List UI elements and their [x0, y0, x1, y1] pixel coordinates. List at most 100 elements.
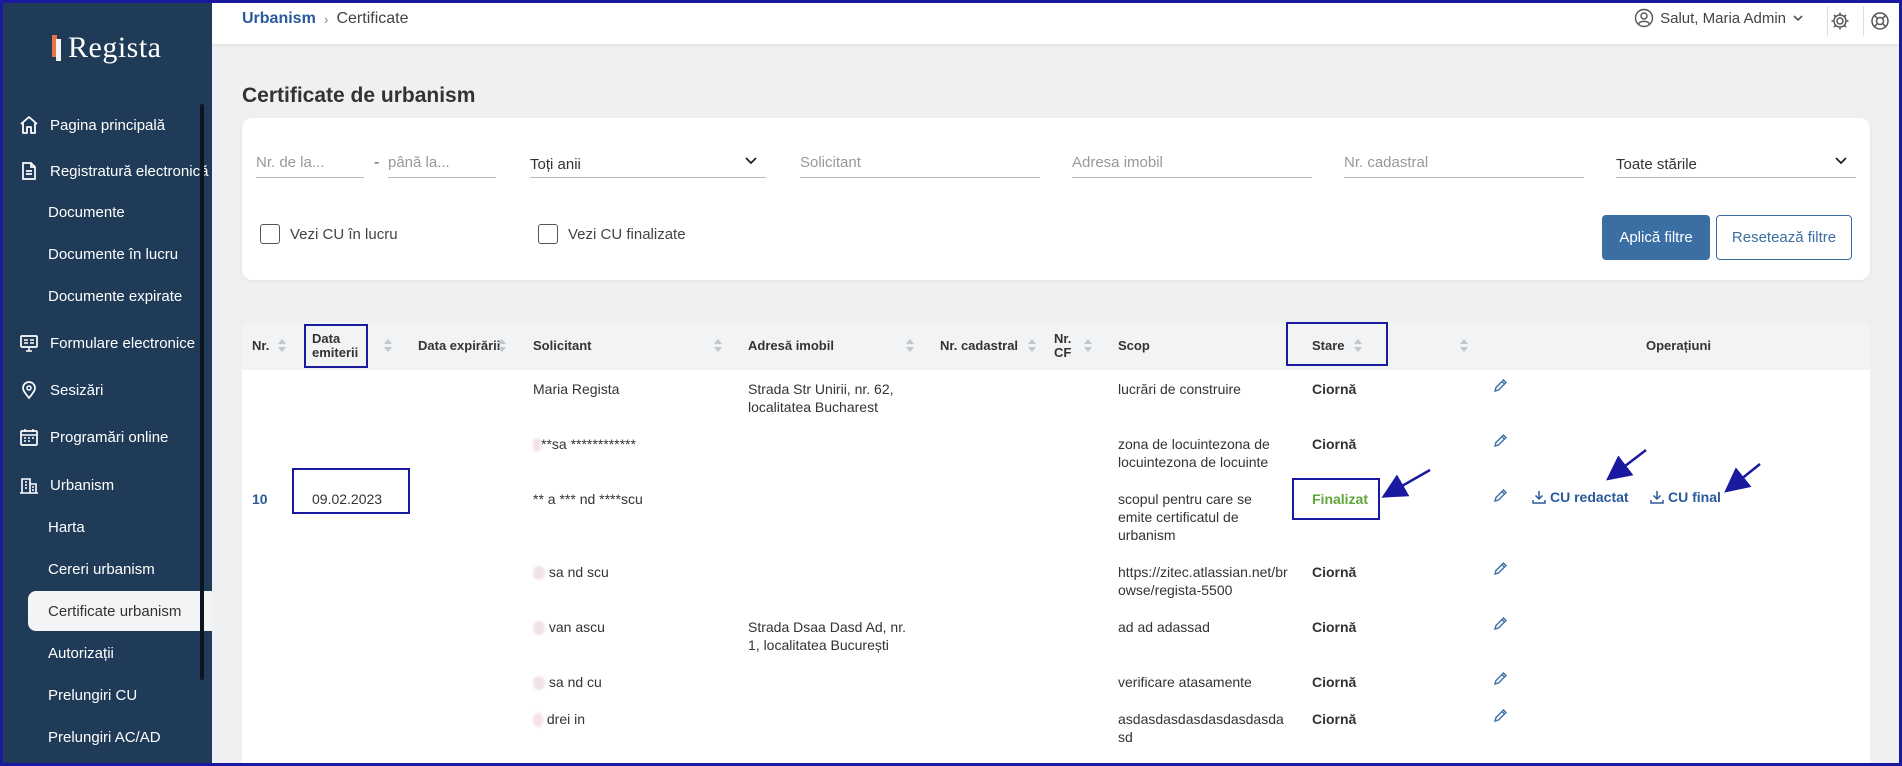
- download-cu-final-link[interactable]: CU final: [1650, 489, 1721, 505]
- monitor-form-icon: [18, 332, 40, 354]
- col-status[interactable]: Stare: [1312, 339, 1345, 353]
- edit-pencil-icon[interactable]: [1492, 708, 1510, 726]
- sort-icon[interactable]: [714, 339, 722, 353]
- sidebar-item-urbanism[interactable]: Urbanism: [0, 464, 212, 506]
- edit-pencil-icon[interactable]: [1492, 671, 1510, 689]
- col-nr[interactable]: Nr.: [252, 339, 269, 353]
- sort-icon[interactable]: [498, 339, 506, 353]
- edit-pencil-icon[interactable]: [1492, 433, 1510, 451]
- sidebar-scrollbar[interactable]: [200, 104, 204, 680]
- sidebar-item-documents-in-work[interactable]: Documente în lucru: [28, 234, 212, 274]
- address-input[interactable]: Adresa imobil: [1072, 148, 1312, 178]
- sidebar-item-registry[interactable]: Registratură electronică: [0, 150, 212, 192]
- cell-nr-link[interactable]: 10: [252, 490, 268, 508]
- redaction-blur: [533, 713, 543, 728]
- download-icon: [1532, 491, 1546, 504]
- col-cf[interactable]: Nr. CF: [1054, 332, 1078, 360]
- sidebar-item-forms[interactable]: Formulare electronice: [0, 322, 212, 364]
- logo-mark-icon: [52, 35, 66, 61]
- nr-to-input[interactable]: până la...: [388, 148, 496, 178]
- year-select[interactable]: Toți anii: [530, 148, 766, 178]
- applicant-text: sa nd cu: [548, 674, 602, 690]
- edit-pencil-icon[interactable]: [1492, 616, 1510, 634]
- sidebar-item-label: Registratură electronică: [50, 162, 209, 180]
- cb-finalized[interactable]: Vezi CU finalizate: [538, 224, 686, 244]
- col-purpose[interactable]: Scop: [1118, 339, 1150, 353]
- home-icon: [18, 114, 40, 136]
- cell-purpose: ad ad adassad: [1118, 619, 1210, 635]
- checkbox[interactable]: [260, 224, 280, 244]
- nr-from-input[interactable]: Nr. de la...: [256, 148, 364, 178]
- sort-icon[interactable]: [1460, 339, 1468, 353]
- cadastral-input[interactable]: Nr. cadastral: [1344, 148, 1584, 178]
- sidebar-item-cu-extensions[interactable]: Prelungiri CU: [28, 675, 212, 715]
- cell-issue-date: 09.02.2023: [312, 491, 383, 507]
- status-badge: Ciornă: [1312, 436, 1357, 452]
- range-dash: -: [374, 154, 380, 171]
- applicant-text: sa nd scu: [548, 564, 609, 580]
- col-address[interactable]: Adresă imobil: [748, 339, 834, 353]
- logo-text: Regista: [68, 31, 162, 64]
- logo[interactable]: Regista: [52, 28, 162, 68]
- sidebar-item-urbanism-certificates[interactable]: Certificate urbanism: [28, 591, 212, 631]
- sidebar-item-label: Urbanism: [50, 476, 115, 494]
- checkbox[interactable]: [538, 224, 558, 244]
- col-issue-date[interactable]: Data emiterii: [312, 332, 372, 360]
- redaction-blur: [533, 621, 545, 636]
- sidebar-item-ac-ad-extensions[interactable]: Prelungiri AC/AD: [28, 717, 212, 757]
- applicant-text: **sa ************: [541, 436, 636, 452]
- col-expiry-date[interactable]: Data expirării: [418, 339, 500, 353]
- sort-icon[interactable]: [906, 339, 914, 353]
- gear-icon[interactable]: [1828, 9, 1852, 33]
- link-label: CU final: [1668, 489, 1721, 505]
- sidebar-item-home[interactable]: Pagina principală: [0, 104, 212, 146]
- sidebar-item-documents-expired[interactable]: Documente expirate: [28, 276, 212, 316]
- sidebar-item-map[interactable]: Harta: [28, 507, 212, 547]
- sidebar-item-documents[interactable]: Documente: [28, 192, 212, 232]
- col-applicant[interactable]: Solicitant: [533, 339, 592, 353]
- sidebar-item-urbanism-requests[interactable]: Cereri urbanism: [28, 549, 212, 589]
- user-menu[interactable]: Salut, Maria Admin: [1634, 8, 1804, 28]
- cell-address: Strada Str Unirii, nr. 62, localitatea B…: [748, 381, 894, 415]
- link-label: CU redactat: [1550, 489, 1629, 505]
- reset-filters-button[interactable]: Resetează filtre: [1716, 215, 1852, 260]
- cell-purpose: lucrări de construire: [1118, 381, 1241, 397]
- applicant-text: drei in: [546, 711, 586, 727]
- help-lifebuoy-icon[interactable]: [1868, 9, 1892, 33]
- apply-filters-button[interactable]: Aplică filtre: [1602, 215, 1710, 260]
- col-cadastral[interactable]: Nr. cadastral: [940, 339, 1018, 353]
- sort-icon[interactable]: [1028, 339, 1036, 353]
- top-divider: [1863, 6, 1864, 36]
- status-select[interactable]: Toate stările: [1616, 148, 1856, 178]
- map-pin-icon: [18, 379, 40, 401]
- cell-applicant: Maria Regista: [533, 381, 620, 397]
- sort-icon[interactable]: [384, 339, 392, 353]
- cell-purpose: asdasdasdasdasdasdasdasd: [1118, 711, 1284, 745]
- applicant-input[interactable]: Solicitant: [800, 148, 1040, 178]
- breadcrumb-urbanism-link[interactable]: Urbanism: [242, 10, 316, 28]
- chevron-down-icon: [744, 154, 758, 172]
- edit-pencil-icon[interactable]: [1492, 378, 1510, 396]
- col-operations: Operațiuni: [1646, 338, 1712, 353]
- user-greeting: Salut, Maria Admin: [1660, 9, 1786, 27]
- sidebar-item-label: Pagina principală: [50, 116, 166, 134]
- edit-pencil-icon[interactable]: [1492, 561, 1510, 579]
- sort-icon[interactable]: [278, 339, 286, 353]
- sidebar-item-appointments[interactable]: Programări online: [0, 416, 212, 458]
- sort-icon[interactable]: [1084, 339, 1092, 353]
- cb-in-work[interactable]: Vezi CU în lucru: [260, 224, 398, 244]
- edit-pencil-icon[interactable]: [1492, 488, 1510, 506]
- sidebar-item-authorizations[interactable]: Autorizații: [28, 633, 212, 673]
- redaction-blur: [533, 438, 541, 453]
- sidebar-item-reports[interactable]: Sesizări: [0, 369, 212, 411]
- chevron-down-icon: [1834, 154, 1848, 172]
- cell-purpose: https://zitec.atlassian.net/browse/regis…: [1118, 564, 1288, 598]
- chevron-right-icon: ›: [323, 11, 329, 27]
- cell-address: Strada Dsaa Dasd Ad, nr. 1, localitatea …: [748, 619, 906, 653]
- download-cu-draft-link[interactable]: CU redactat: [1532, 489, 1629, 505]
- status-badge: Ciornă: [1312, 564, 1357, 580]
- checkbox-label: Vezi CU în lucru: [290, 225, 398, 243]
- cell-applicant: **sa ************: [533, 435, 636, 453]
- page-title: Certificate de urbanism: [242, 84, 476, 107]
- sort-icon[interactable]: [1354, 339, 1362, 353]
